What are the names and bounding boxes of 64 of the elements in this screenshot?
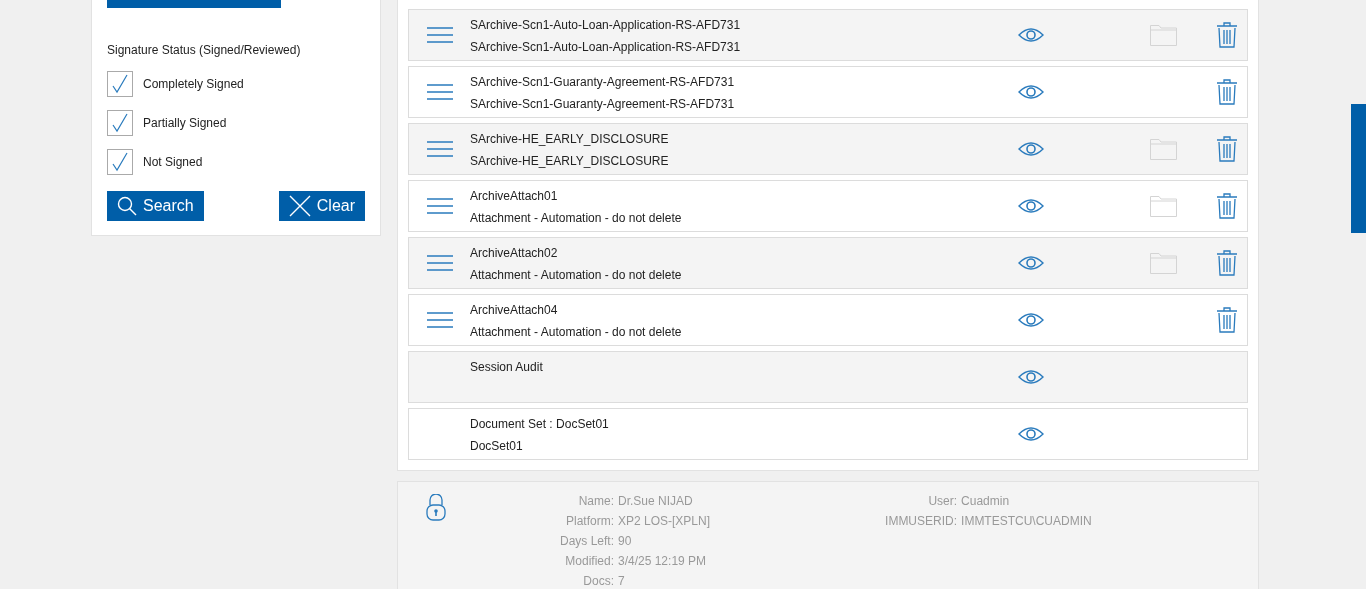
document-subtitle: SArchive-Scn1-Guaranty-Agreement-RS-AFD731 [470, 97, 736, 111]
eye-icon[interactable] [1018, 255, 1044, 271]
info-value: 7 [618, 574, 626, 588]
check-icon [112, 152, 128, 172]
menu-icon[interactable] [426, 141, 453, 157]
trash-icon[interactable] [1216, 22, 1238, 48]
trash-icon[interactable] [1216, 79, 1238, 105]
eye-icon[interactable] [1018, 141, 1044, 157]
document-title: ArchiveAttach01 [470, 189, 559, 203]
info-value: IMMTESTCU\CUADMIN [961, 514, 1092, 528]
eye-icon[interactable] [1018, 369, 1044, 385]
trash-icon[interactable] [1216, 193, 1238, 219]
check-icon [112, 113, 128, 133]
menu-icon[interactable] [426, 255, 453, 271]
info-value: 3/4/25 12:19 PM [618, 554, 708, 568]
document-subtitle: SArchive-HE_EARLY_DISCLOSURE [470, 154, 670, 168]
document-subtitle: Attachment - Automation - do not delete [470, 268, 683, 282]
eye-icon[interactable] [1018, 426, 1044, 442]
search-icon [117, 196, 137, 216]
info-label: Modified: [564, 554, 614, 568]
document-subtitle: Attachment - Automation - do not delete [470, 211, 683, 225]
trash-icon[interactable] [1216, 307, 1238, 333]
document-subtitle: DocSet01 [470, 439, 524, 453]
eye-icon[interactable] [1018, 84, 1044, 100]
document-title: Document Set : DocSet01 [470, 417, 610, 431]
document-subtitle: Attachment - Automation - do not delete [470, 325, 683, 339]
info-label: IMMUSERID: [884, 514, 958, 528]
eye-icon[interactable] [1018, 312, 1044, 328]
info-label: User: [927, 494, 958, 508]
search-button[interactable]: Search [107, 191, 204, 221]
document-title: SArchive-Scn1-Guaranty-Agreement-RS-AFD731 [470, 75, 736, 89]
menu-icon[interactable] [426, 198, 453, 214]
info-value: XP2 LOS-[XPLN] [618, 514, 711, 528]
info-label: Docs: [582, 574, 614, 588]
info-label: Name: [577, 494, 614, 508]
document-title: ArchiveAttach04 [470, 303, 559, 317]
checkbox-label: Completely Signed [143, 77, 244, 91]
menu-icon[interactable] [426, 27, 453, 43]
checkbox-label: Not Signed [143, 155, 203, 169]
info-value: 90 [618, 534, 633, 548]
menu-icon[interactable] [426, 312, 453, 328]
checkbox[interactable] [107, 110, 133, 136]
checkbox[interactable] [107, 71, 133, 97]
eye-icon[interactable] [1018, 27, 1044, 43]
document-title: ArchiveAttach02 [470, 246, 559, 260]
info-value: Dr.Sue NIJAD [618, 494, 694, 508]
document-title: Session Audit [470, 360, 544, 374]
trash-icon[interactable] [1216, 250, 1238, 276]
document-title: SArchive-Scn1-Auto-Loan-Application-RS-AFD731 [470, 18, 742, 32]
eye-icon[interactable] [1018, 198, 1044, 214]
lock-icon [426, 494, 446, 521]
section-label: Signature Status (Signed/Reviewed) [107, 43, 302, 57]
document-subtitle: SArchive-Scn1-Auto-Loan-Application-RS-AFD731 [470, 40, 742, 54]
clear-button[interactable]: Clear [278, 191, 365, 221]
checkbox[interactable] [107, 149, 133, 175]
info-value: Cuadmin [961, 494, 1011, 508]
document-title: SArchive-HE_EARLY_DISCLOSURE [470, 132, 670, 146]
check-icon [112, 74, 128, 94]
close-icon [288, 195, 311, 217]
info-label: Days Left: [558, 534, 614, 548]
menu-icon[interactable] [426, 84, 453, 100]
trash-icon[interactable] [1216, 136, 1238, 162]
info-label: Platform: [565, 514, 614, 528]
checkbox-label: Partially Signed [143, 116, 227, 130]
